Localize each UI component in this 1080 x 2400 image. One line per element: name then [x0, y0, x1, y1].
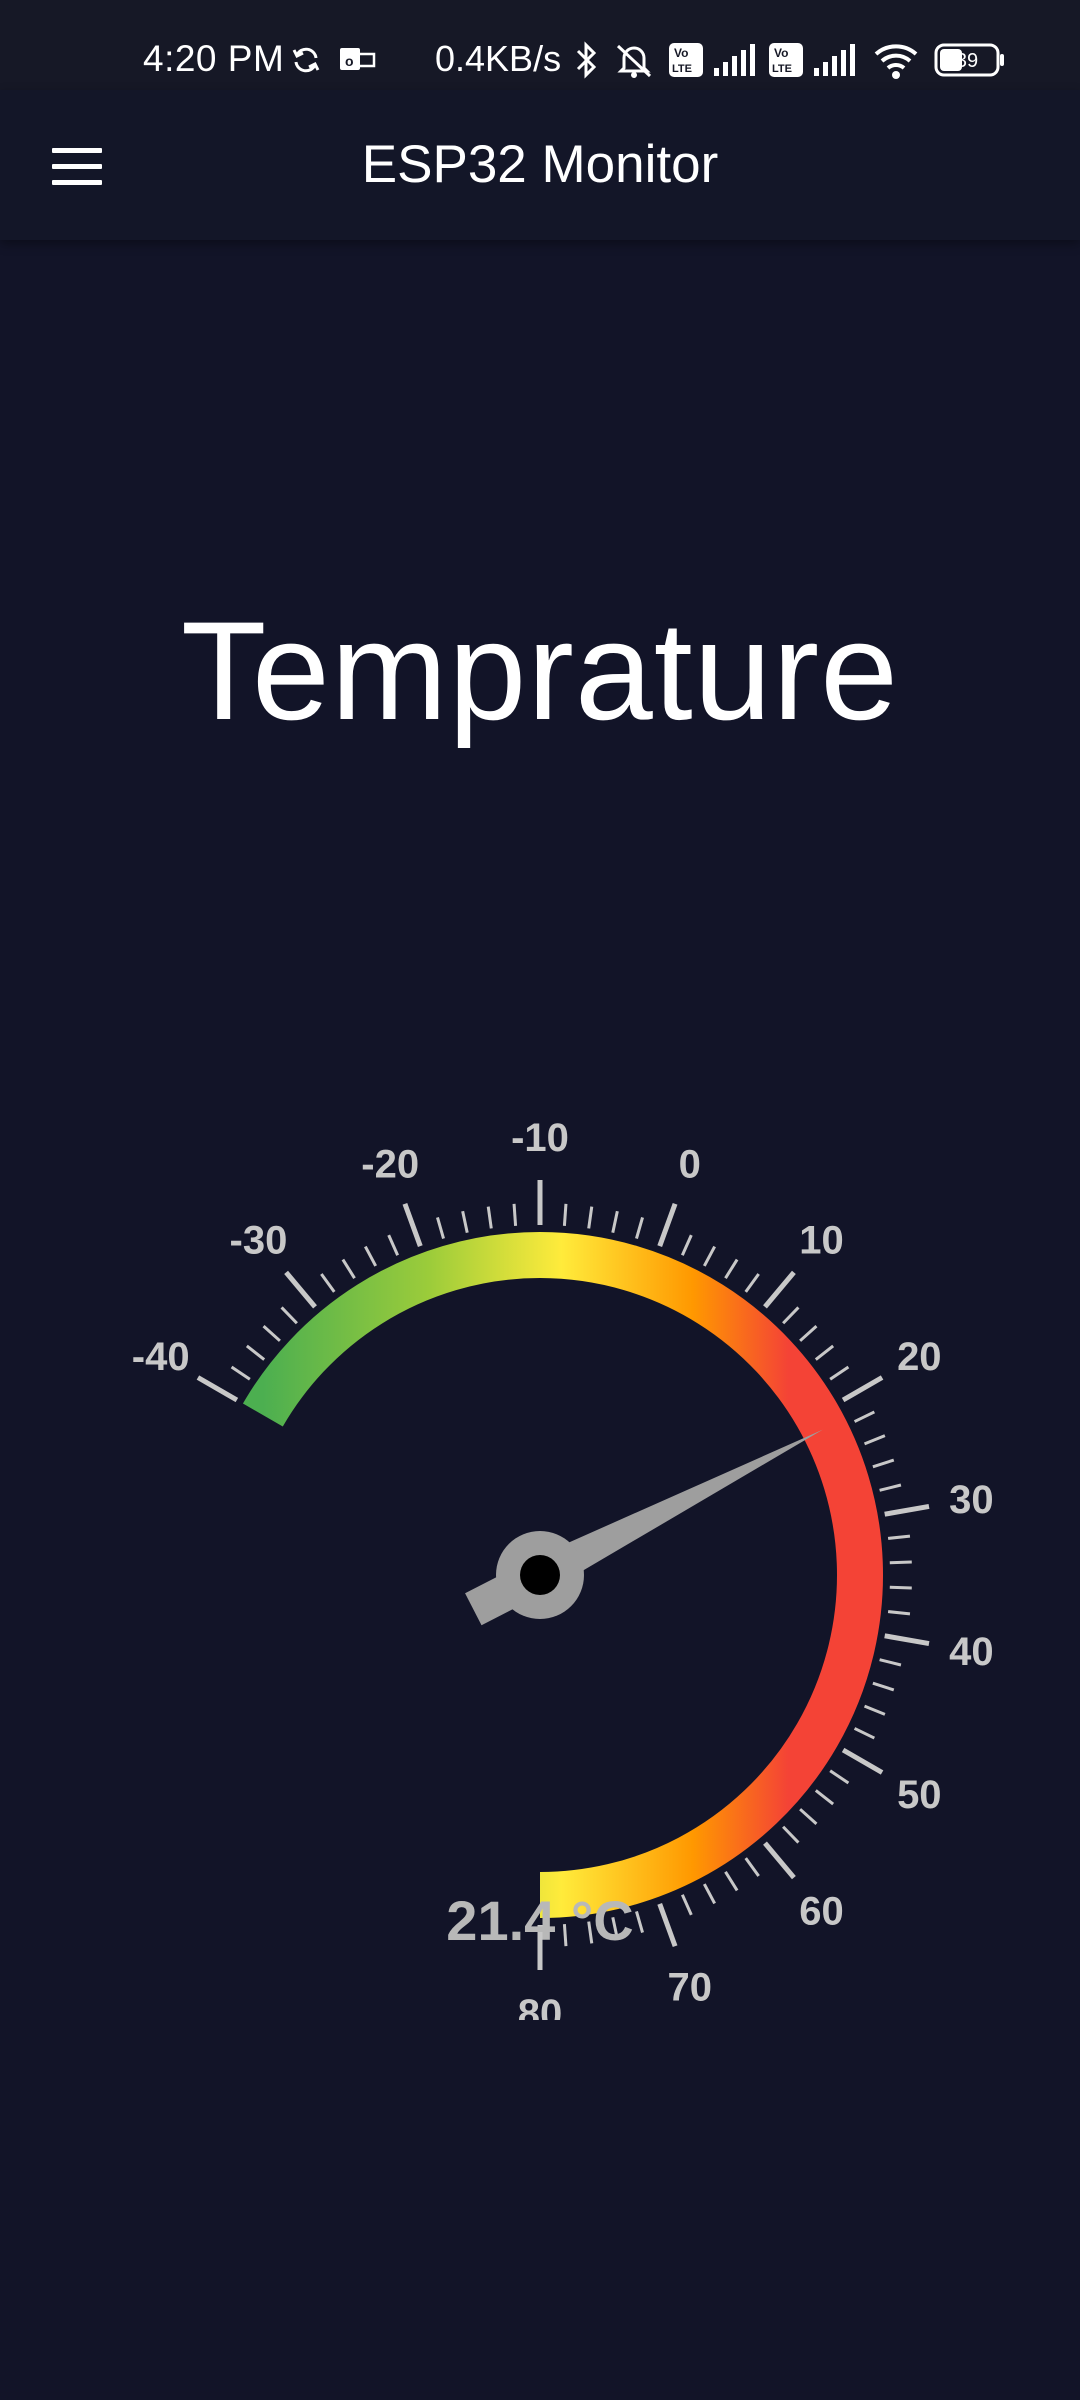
- gauge-tick-label: -40: [132, 1335, 190, 1379]
- gauge-minor-tick: [262, 1324, 281, 1342]
- gauge-minor-tick: [486, 1206, 493, 1229]
- gauge-major-tick: [657, 1202, 678, 1247]
- status-time: 4:20 PM: [143, 38, 285, 79]
- gauge-tick-label: 30: [949, 1478, 994, 1522]
- gauge-tick-label: 50: [897, 1773, 942, 1817]
- gauge-minor-tick: [829, 1365, 850, 1381]
- gauge-minor-tick: [744, 1273, 760, 1293]
- gauge-minor-tick: [879, 1483, 902, 1492]
- gauge-minor-tick: [230, 1365, 251, 1381]
- gauge-minor-tick: [799, 1324, 818, 1342]
- gauge-minor-tick: [872, 1458, 895, 1469]
- gauge-tick-label: 20: [897, 1335, 942, 1379]
- gauge-minor-tick: [799, 1808, 818, 1826]
- gauge-minor-tick: [635, 1216, 644, 1239]
- gauge-tick-label: -10: [511, 1116, 569, 1160]
- temperature-gauge: -40-30-20-1001020304050607080: [132, 1116, 994, 2020]
- gauge-minor-tick: [341, 1258, 356, 1279]
- svg-text:LTE: LTE: [672, 63, 692, 75]
- gauge-major-tick: [841, 1375, 884, 1403]
- gauge-minor-tick: [724, 1258, 739, 1279]
- notification-icon: o: [340, 48, 376, 70]
- gauge-minor-tick: [512, 1203, 518, 1226]
- gauge-minor-tick: [280, 1306, 298, 1325]
- gauge-minor-tick: [853, 1410, 876, 1423]
- svg-text:LTE: LTE: [772, 63, 792, 75]
- gauge-minor-tick: [364, 1245, 378, 1267]
- gauge-minor-tick: [245, 1344, 266, 1361]
- gauge-minor-tick: [879, 1658, 902, 1667]
- gauge-minor-tick: [814, 1344, 835, 1361]
- gauge-major-tick: [763, 1270, 796, 1309]
- page-heading: Temprature: [180, 592, 900, 749]
- gauge-minor-tick: [587, 1206, 594, 1229]
- svg-text:Vo: Vo: [774, 46, 788, 60]
- gauge-minor-tick: [461, 1210, 469, 1233]
- gauge-tick-label: 70: [668, 1966, 713, 2010]
- gauge-tick-label: -20: [361, 1142, 419, 1186]
- network-speed: 0.4KB/s: [435, 38, 562, 79]
- gauge-minor-tick: [889, 1585, 912, 1590]
- gauge-minor-tick: [320, 1273, 336, 1293]
- gauge-major-tick: [284, 1270, 317, 1309]
- gauge-minor-tick: [680, 1234, 693, 1256]
- gauge-tick-label: 40: [949, 1630, 994, 1674]
- gauge-minor-tick: [814, 1789, 835, 1806]
- gauge-tick-label: 0: [679, 1142, 701, 1186]
- gauge-minor-tick: [853, 1727, 876, 1740]
- gauge-minor-tick: [387, 1234, 400, 1256]
- gauge-minor-tick: [889, 1560, 912, 1565]
- signal-icon: [814, 44, 855, 76]
- signal-icon: [714, 44, 755, 76]
- svg-text:o: o: [345, 53, 354, 69]
- gauge-minor-tick: [863, 1434, 886, 1446]
- gauge-hub-center: [520, 1555, 560, 1595]
- app-title: ESP32 Monitor: [361, 135, 719, 194]
- gauge-major-tick: [884, 1633, 930, 1647]
- gauge-minor-tick: [782, 1825, 800, 1844]
- gauge-minor-tick: [887, 1534, 911, 1540]
- gauge-major-tick: [841, 1747, 884, 1775]
- gauge-minor-tick: [611, 1210, 619, 1233]
- gauge-minor-tick: [829, 1769, 850, 1785]
- battery-icon: 39: [934, 43, 1004, 77]
- gauge-major-tick: [402, 1202, 423, 1247]
- volte-icon: Vo LTE: [769, 43, 803, 77]
- gauge-minor-tick: [863, 1704, 886, 1716]
- sync-icon: [292, 47, 320, 73]
- battery-level: 39: [956, 50, 978, 72]
- gauge-tick-label: 10: [799, 1218, 844, 1262]
- gauge-tick-label: -30: [230, 1218, 288, 1262]
- gauge-minor-tick: [872, 1681, 895, 1692]
- gauge-major-tick: [763, 1841, 796, 1880]
- app-bar: ESP32 Monitor: [0, 90, 1080, 240]
- bluetooth-icon: [576, 41, 597, 79]
- temperature-readout: 21.4 °C: [446, 1889, 634, 1952]
- svg-text:Vo: Vo: [674, 46, 688, 60]
- wifi-icon: [874, 44, 918, 79]
- gauge-major-tick: [884, 1503, 930, 1517]
- gauge-minor-tick: [887, 1610, 911, 1616]
- gauge-minor-tick: [562, 1203, 568, 1226]
- gauge-needle: [465, 1429, 823, 1626]
- status-bar: 4:20 PM o 0.4KB/s Vo LTE Vo LTE 39: [0, 0, 1080, 90]
- gauge-minor-tick: [744, 1857, 760, 1877]
- mute-icon: [616, 44, 652, 78]
- volte-icon: Vo LTE: [669, 43, 703, 77]
- gauge-tick-label: 80: [518, 1992, 563, 2020]
- gauge-minor-tick: [436, 1216, 445, 1239]
- gauge-minor-tick: [782, 1306, 800, 1325]
- gauge-minor-tick: [702, 1245, 716, 1267]
- gauge-major-tick: [196, 1375, 239, 1403]
